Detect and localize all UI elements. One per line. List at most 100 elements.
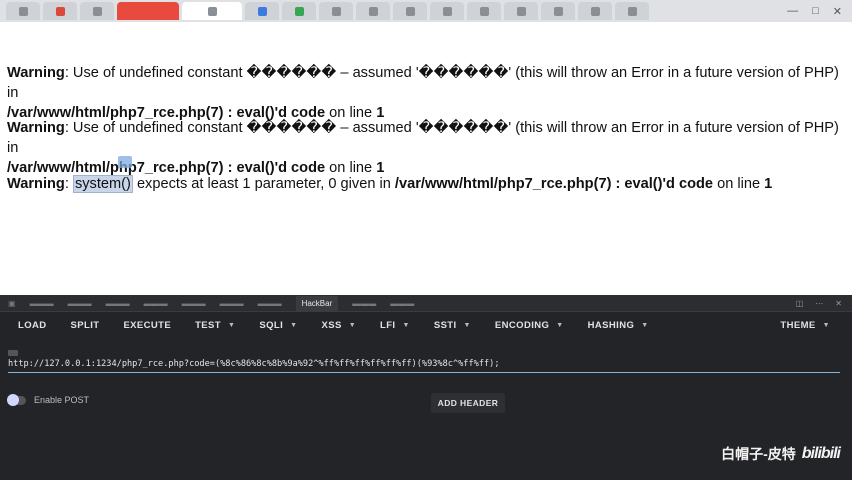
warning-text: : Use of undefined constant ������ – ass…: [7, 65, 839, 101]
close-icon[interactable]: ✕: [833, 5, 842, 18]
hackbar-toolbar: LOAD SPLIT EXECUTE TEST ▼ SQLI ▼ XSS ▼ LFI ▼…: [0, 312, 852, 338]
close-devtools-icon[interactable]: ✕: [835, 299, 842, 308]
tab-favicon-icon: [257, 6, 267, 16]
tab-favicon-icon: [442, 6, 452, 16]
browser-tab[interactable]: [393, 2, 427, 20]
xss-menu[interactable]: XSS ▼: [321, 320, 356, 331]
php-warning: Warning: Use of undefined constant �����…: [7, 63, 847, 123]
browser-tab[interactable]: [319, 2, 353, 20]
tab-favicon-icon: [331, 6, 341, 16]
devtools-tab[interactable]: ▬▬▬: [68, 299, 92, 308]
browser-tab[interactable]: [6, 2, 40, 20]
devtools-tab[interactable]: ▬▬▬: [30, 299, 54, 308]
execute-button[interactable]: EXECUTE: [123, 320, 171, 331]
devtools-tab[interactable]: ▬▬▬: [258, 299, 282, 308]
caret-down-icon: ▼: [348, 321, 357, 329]
tab-favicon-icon: [55, 6, 65, 16]
selected-function-text[interactable]: system(): [72, 175, 133, 193]
devtools-controls: ◫ ⋯ ✕: [796, 299, 852, 308]
inspect-icon[interactable]: ▣: [8, 299, 16, 308]
browser-tab[interactable]: [615, 2, 649, 20]
sqli-menu[interactable]: SQLI ▼: [259, 320, 297, 331]
warning-label: Warning: [7, 176, 65, 192]
browser-tab[interactable]: [282, 2, 316, 20]
dock-icon[interactable]: ◫: [796, 299, 804, 308]
lfi-menu[interactable]: LFI ▼: [380, 320, 410, 331]
tab-favicon-icon: [92, 6, 102, 16]
devtools-tab[interactable]: ▬▬▬: [106, 299, 130, 308]
mouse-cursor-icon: [118, 156, 132, 168]
browser-tab[interactable]: [43, 2, 77, 20]
caret-down-icon: ▼: [463, 321, 471, 329]
browser-tab[interactable]: [541, 2, 575, 20]
add-header-button[interactable]: ADD HEADER: [431, 393, 505, 413]
url-field-container: http://127.0.0.1:1234/php7_rce.php?code=…: [8, 350, 840, 373]
php-warning: Warning: system() expects at least 1 par…: [7, 174, 847, 194]
caret-down-icon: ▼: [228, 321, 236, 329]
video-watermark: 白帽子-皮特 bilibili: [721, 444, 841, 464]
hashing-label: HASHING: [587, 319, 635, 331]
window-controls: — □ ✕: [787, 5, 852, 18]
devtools-tab[interactable]: ▬▬▬: [220, 299, 244, 308]
tab-favicon-icon: [516, 6, 526, 16]
browser-tab[interactable]: [504, 2, 538, 20]
browser-tab[interactable]: [578, 2, 612, 20]
load-button[interactable]: LOAD: [18, 320, 47, 331]
warning-sep: :: [64, 176, 73, 192]
maximize-icon[interactable]: □: [812, 5, 819, 18]
warning-text: : Use of undefined constant ������ – ass…: [7, 120, 839, 156]
tab-favicon-icon: [479, 6, 489, 16]
ssti-label: SSTI: [433, 319, 457, 331]
devtools-tab[interactable]: ▬▬▬: [352, 299, 376, 308]
page-content: Warning: Use of undefined constant �����…: [0, 22, 852, 295]
warning-line-number: 1: [764, 176, 773, 192]
devtools-tab-hackbar[interactable]: HackBar: [295, 295, 339, 311]
browser-tab[interactable]: [430, 2, 464, 20]
tab-favicon-icon: [590, 6, 600, 16]
warning-on-line: on line: [713, 176, 765, 192]
php-warning: Warning: Use of undefined constant �����…: [7, 118, 847, 178]
warning-text: expects at least 1 parameter, 0 given in: [132, 176, 395, 192]
caret-down-icon: ▼: [290, 321, 298, 329]
hashing-menu[interactable]: HASHING ▼: [588, 320, 649, 331]
test-menu[interactable]: TEST ▼: [195, 320, 235, 331]
watermark-text: 白帽子-皮特: [721, 446, 796, 462]
devtools-panel: ▣ ▬▬▬ ▬▬▬ ▬▬▬ ▬▬▬ ▬▬▬ ▬▬▬ ▬▬▬ HackBar ▬▬…: [0, 295, 852, 480]
browser-tab[interactable]: [467, 2, 501, 20]
devtools-tab[interactable]: ▬▬▬: [390, 299, 414, 308]
minimize-icon[interactable]: —: [787, 5, 798, 18]
warning-path: /var/www/html/php7_rce.php(7) : eval()'d…: [394, 176, 714, 192]
more-options-icon[interactable]: ⋯: [815, 299, 823, 308]
tab-favicon-icon: [294, 6, 304, 16]
encoding-label: ENCODING: [494, 319, 550, 331]
tab-favicon-icon: [207, 6, 217, 16]
url-input[interactable]: http://127.0.0.1:1234/php7_rce.php?code=…: [8, 359, 840, 373]
enable-post-label: Enable POST: [34, 395, 90, 405]
warning-label: Warning: [7, 120, 65, 136]
browser-tab[interactable]: [80, 2, 114, 20]
split-button[interactable]: SPLIT: [71, 320, 100, 331]
browser-tab[interactable]: [245, 2, 279, 20]
browser-tab-active[interactable]: [182, 2, 242, 20]
devtools-tab[interactable]: ▬▬▬: [182, 299, 206, 308]
ssti-menu[interactable]: SSTI ▼: [434, 320, 471, 331]
drag-handle-icon[interactable]: [8, 350, 18, 356]
theme-menu[interactable]: THEME ▼: [780, 320, 830, 331]
encoding-menu[interactable]: ENCODING ▼: [495, 320, 564, 331]
browser-tab[interactable]: [117, 2, 179, 20]
xss-label: XSS: [321, 319, 342, 331]
tab-favicon-icon: [18, 6, 28, 16]
devtools-tab[interactable]: ▬▬▬: [144, 299, 168, 308]
tab-favicon-icon: [627, 6, 637, 16]
browser-tab-strip: — □ ✕: [0, 0, 852, 22]
lfi-label: LFI: [380, 319, 396, 331]
warning-label: Warning: [7, 65, 65, 81]
test-label: TEST: [195, 319, 221, 331]
enable-post-toggle[interactable]: [7, 393, 26, 406]
tab-favicon-icon: [553, 6, 563, 16]
browser-tab[interactable]: [356, 2, 390, 20]
caret-down-icon: ▼: [556, 321, 564, 329]
devtools-tab-bar: ▣ ▬▬▬ ▬▬▬ ▬▬▬ ▬▬▬ ▬▬▬ ▬▬▬ ▬▬▬ HackBar ▬▬…: [0, 295, 852, 312]
theme-label: THEME: [780, 319, 816, 331]
enable-post-row: Enable POST: [7, 393, 90, 406]
